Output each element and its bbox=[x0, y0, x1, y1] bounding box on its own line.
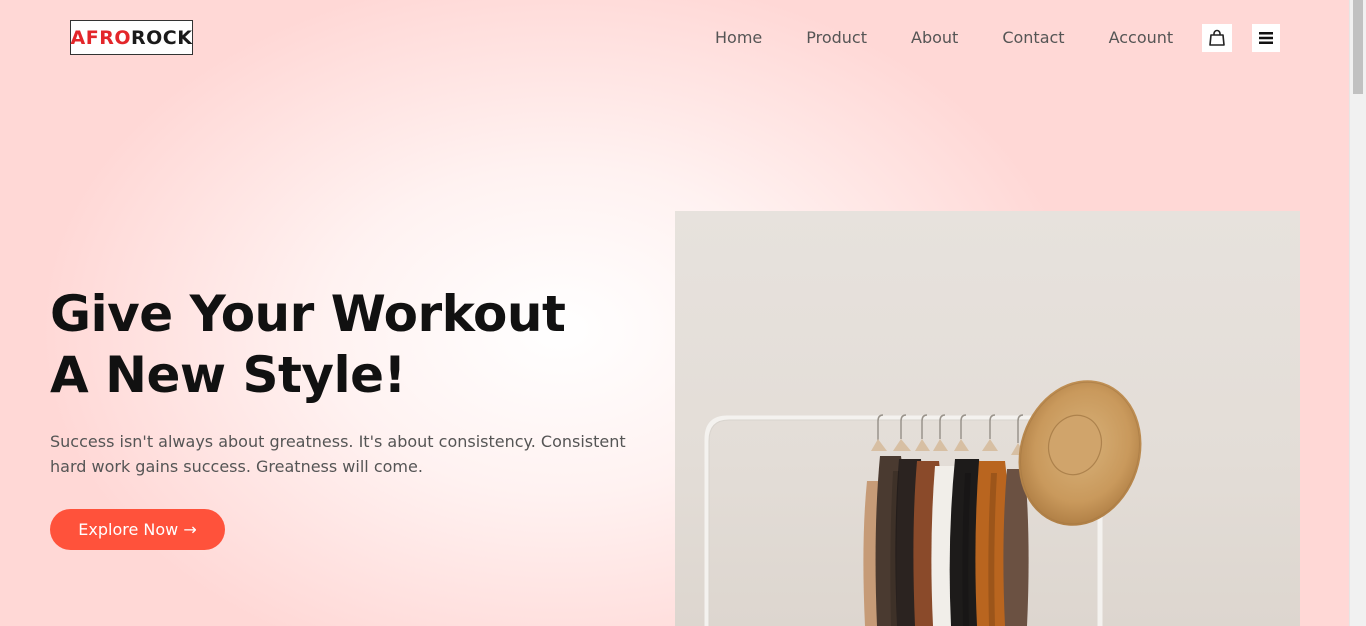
page-scrollbar[interactable] bbox=[1349, 0, 1366, 626]
menu-button[interactable] bbox=[1252, 24, 1280, 52]
clothing-rack-illustration bbox=[704, 380, 1142, 626]
hero-description: Success isn't always about greatness. It… bbox=[50, 432, 626, 476]
hero-title-line-2: A New Style! bbox=[50, 346, 406, 404]
hero-title: Give Your Workout A New Style! bbox=[50, 284, 566, 406]
hamburger-menu-icon bbox=[1259, 32, 1273, 44]
hero-image bbox=[675, 211, 1300, 626]
scrollbar-thumb[interactable] bbox=[1353, 0, 1363, 94]
main-nav: Home Product About Contact Account bbox=[715, 28, 1173, 48]
nav-link-about[interactable]: About bbox=[911, 28, 958, 48]
cart-button[interactable] bbox=[1202, 24, 1232, 52]
logo-text-afro: AFRO bbox=[70, 26, 132, 49]
shopping-bag-icon bbox=[1209, 29, 1225, 46]
page: AFRO ROCK Home Product About Contact Acco… bbox=[0, 0, 1366, 626]
nav-link-product[interactable]: Product bbox=[806, 28, 867, 48]
nav-link-account[interactable]: Account bbox=[1109, 28, 1174, 48]
explore-now-button[interactable]: Explore Now → bbox=[50, 509, 225, 550]
hero-title-line-1: Give Your Workout bbox=[50, 285, 566, 343]
logo-text-rock: ROCK bbox=[131, 26, 193, 49]
nav-link-home[interactable]: Home bbox=[715, 28, 762, 48]
nav-link-contact[interactable]: Contact bbox=[1002, 28, 1064, 48]
brand-logo[interactable]: AFRO ROCK bbox=[70, 20, 193, 55]
